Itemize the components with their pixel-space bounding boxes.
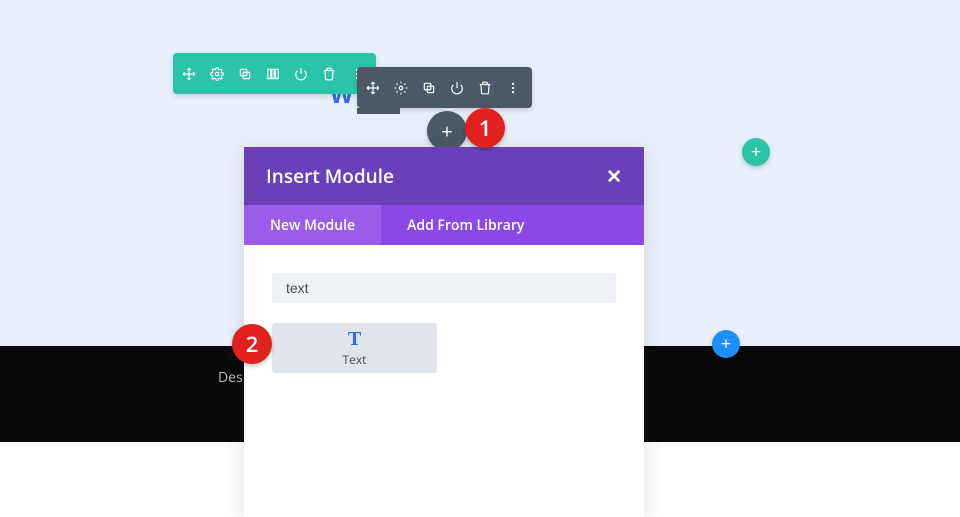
tab-new-module[interactable]: New Module — [244, 205, 381, 245]
delete-icon[interactable] — [321, 66, 337, 82]
gear-icon[interactable] — [209, 66, 225, 82]
delete-icon[interactable] — [477, 80, 493, 96]
step-marker-1: 1 — [465, 108, 505, 148]
power-icon[interactable] — [449, 80, 465, 96]
duplicate-icon[interactable] — [237, 66, 253, 82]
tab-label: Add From Library — [407, 216, 524, 235]
modal-title: Insert Module — [266, 163, 394, 189]
insert-module-modal: Insert Module ✕ New Module Add From Libr… — [244, 147, 644, 517]
tab-add-from-library[interactable]: Add From Library — [381, 205, 550, 245]
step-number: 1 — [479, 113, 492, 143]
dark-toolbar-accent — [357, 108, 400, 114]
more-icon[interactable] — [505, 80, 521, 96]
module-toolbar[interactable] — [357, 67, 532, 108]
add-module-button[interactable]: + — [427, 111, 467, 151]
plus-icon: + — [721, 332, 731, 356]
modal-header: Insert Module ✕ — [244, 147, 644, 205]
columns-icon[interactable] — [265, 66, 281, 82]
modal-tabs: New Module Add From Library — [244, 205, 644, 245]
footer-text: Des — [218, 368, 243, 387]
gear-icon[interactable] — [393, 80, 409, 96]
duplicate-icon[interactable] — [421, 80, 437, 96]
move-icon[interactable] — [365, 80, 381, 96]
module-search-input[interactable] — [272, 273, 616, 303]
section-toolbar[interactable] — [173, 53, 376, 94]
close-icon[interactable]: ✕ — [606, 163, 622, 189]
plus-icon: + — [751, 140, 761, 164]
step-number: 2 — [246, 329, 259, 359]
tab-label: New Module — [270, 216, 355, 235]
plus-icon: + — [441, 118, 452, 145]
text-module-icon: T — [348, 329, 361, 349]
module-tile-label: Text — [343, 351, 367, 368]
add-row-button[interactable]: + — [712, 330, 740, 358]
module-tile-text[interactable]: T Text — [272, 323, 437, 373]
move-icon[interactable] — [181, 66, 197, 82]
add-section-button[interactable]: + — [742, 138, 770, 166]
modal-body: T Text — [244, 245, 644, 517]
power-icon[interactable] — [293, 66, 309, 82]
step-marker-2: 2 — [232, 324, 272, 364]
